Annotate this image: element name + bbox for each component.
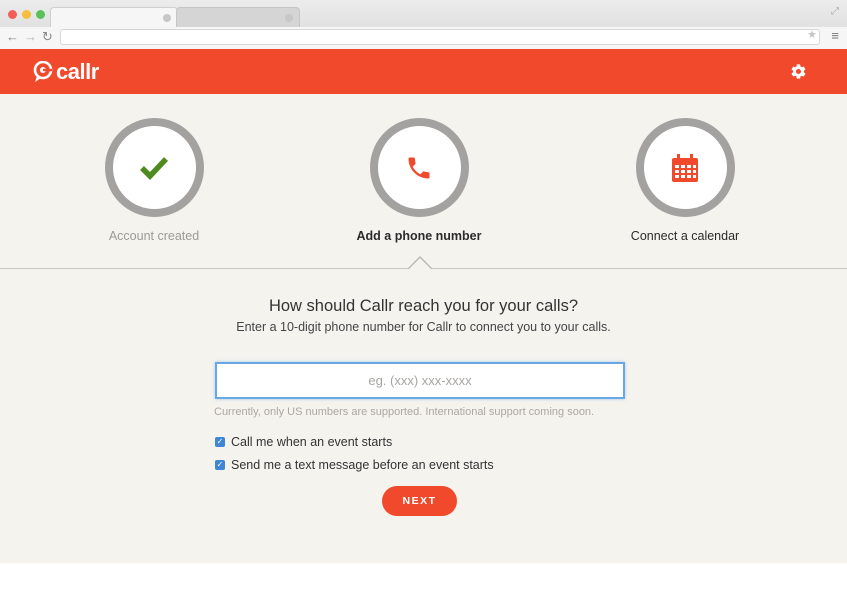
- call-on-event-start-option[interactable]: ✓ Call me when an event starts: [215, 435, 392, 449]
- checkbox-label: Send me a text message before an event s…: [231, 458, 494, 472]
- call-on-event-start-checkbox[interactable]: ✓: [215, 437, 225, 447]
- tab-close-icon[interactable]: [163, 14, 171, 22]
- resize-icon[interactable]: ⤢: [831, 6, 839, 17]
- back-icon[interactable]: ←: [6, 28, 19, 46]
- form-question: How should Callr reach you for your call…: [268, 297, 579, 315]
- step-circle: [369, 118, 469, 217]
- text-before-event-option[interactable]: ✓ Send me a text message before an event…: [215, 458, 494, 472]
- menu-icon[interactable]: ≡: [831, 28, 839, 43]
- checkmark-icon: [140, 156, 169, 180]
- minimize-window-button[interactable]: [22, 10, 31, 19]
- step-account-created: Account created: [54, 118, 254, 243]
- address-bar[interactable]: [60, 29, 820, 45]
- step-label: Add a phone number: [356, 229, 482, 243]
- browser-toolbar: ← → ↻ ★ ≡: [0, 27, 847, 49]
- window-controls: [8, 10, 45, 19]
- form-subtext: Enter a 10-digit phone number for Callr …: [236, 320, 611, 334]
- reload-icon[interactable]: ↻: [42, 28, 53, 46]
- browser-tab-inactive[interactable]: [176, 7, 300, 27]
- logo-text: callr: [56, 59, 99, 84]
- step-circle: [104, 118, 204, 217]
- browser-tab-active[interactable]: [50, 7, 178, 27]
- logo[interactable]: callr: [33, 59, 99, 85]
- phone-number-input[interactable]: [215, 362, 625, 399]
- browser-chrome: ⤢ ← → ↻ ★ ≡: [0, 0, 847, 49]
- progress-steps: Account created Add a phone number Conne…: [0, 94, 847, 269]
- step-circle: [635, 118, 735, 217]
- calendar-icon: [672, 153, 698, 182]
- star-icon[interactable]: ★: [807, 28, 817, 41]
- step-connect-calendar: Connect a calendar: [585, 118, 785, 243]
- checkbox-label: Call me when an event starts: [231, 435, 393, 449]
- next-button[interactable]: NEXT: [382, 486, 457, 516]
- phone-icon: [408, 157, 430, 178]
- step-add-phone-number: Add a phone number: [319, 118, 519, 243]
- phone-form: How should Callr reach you for your call…: [0, 269, 847, 563]
- close-window-button[interactable]: [8, 10, 17, 19]
- support-note: Currently, only US numbers are supported…: [214, 406, 595, 418]
- step-label: Connect a calendar: [630, 229, 740, 243]
- maximize-window-button[interactable]: [36, 10, 45, 19]
- step-label: Account created: [108, 229, 200, 243]
- logo-icon: [33, 61, 53, 82]
- forward-icon[interactable]: →: [24, 28, 37, 46]
- active-step-pointer-inner: [409, 258, 431, 269]
- app-header: callr: [0, 49, 847, 94]
- tab-close-icon[interactable]: [285, 14, 293, 22]
- text-before-event-checkbox[interactable]: ✓: [215, 460, 225, 470]
- gear-icon[interactable]: [790, 63, 807, 80]
